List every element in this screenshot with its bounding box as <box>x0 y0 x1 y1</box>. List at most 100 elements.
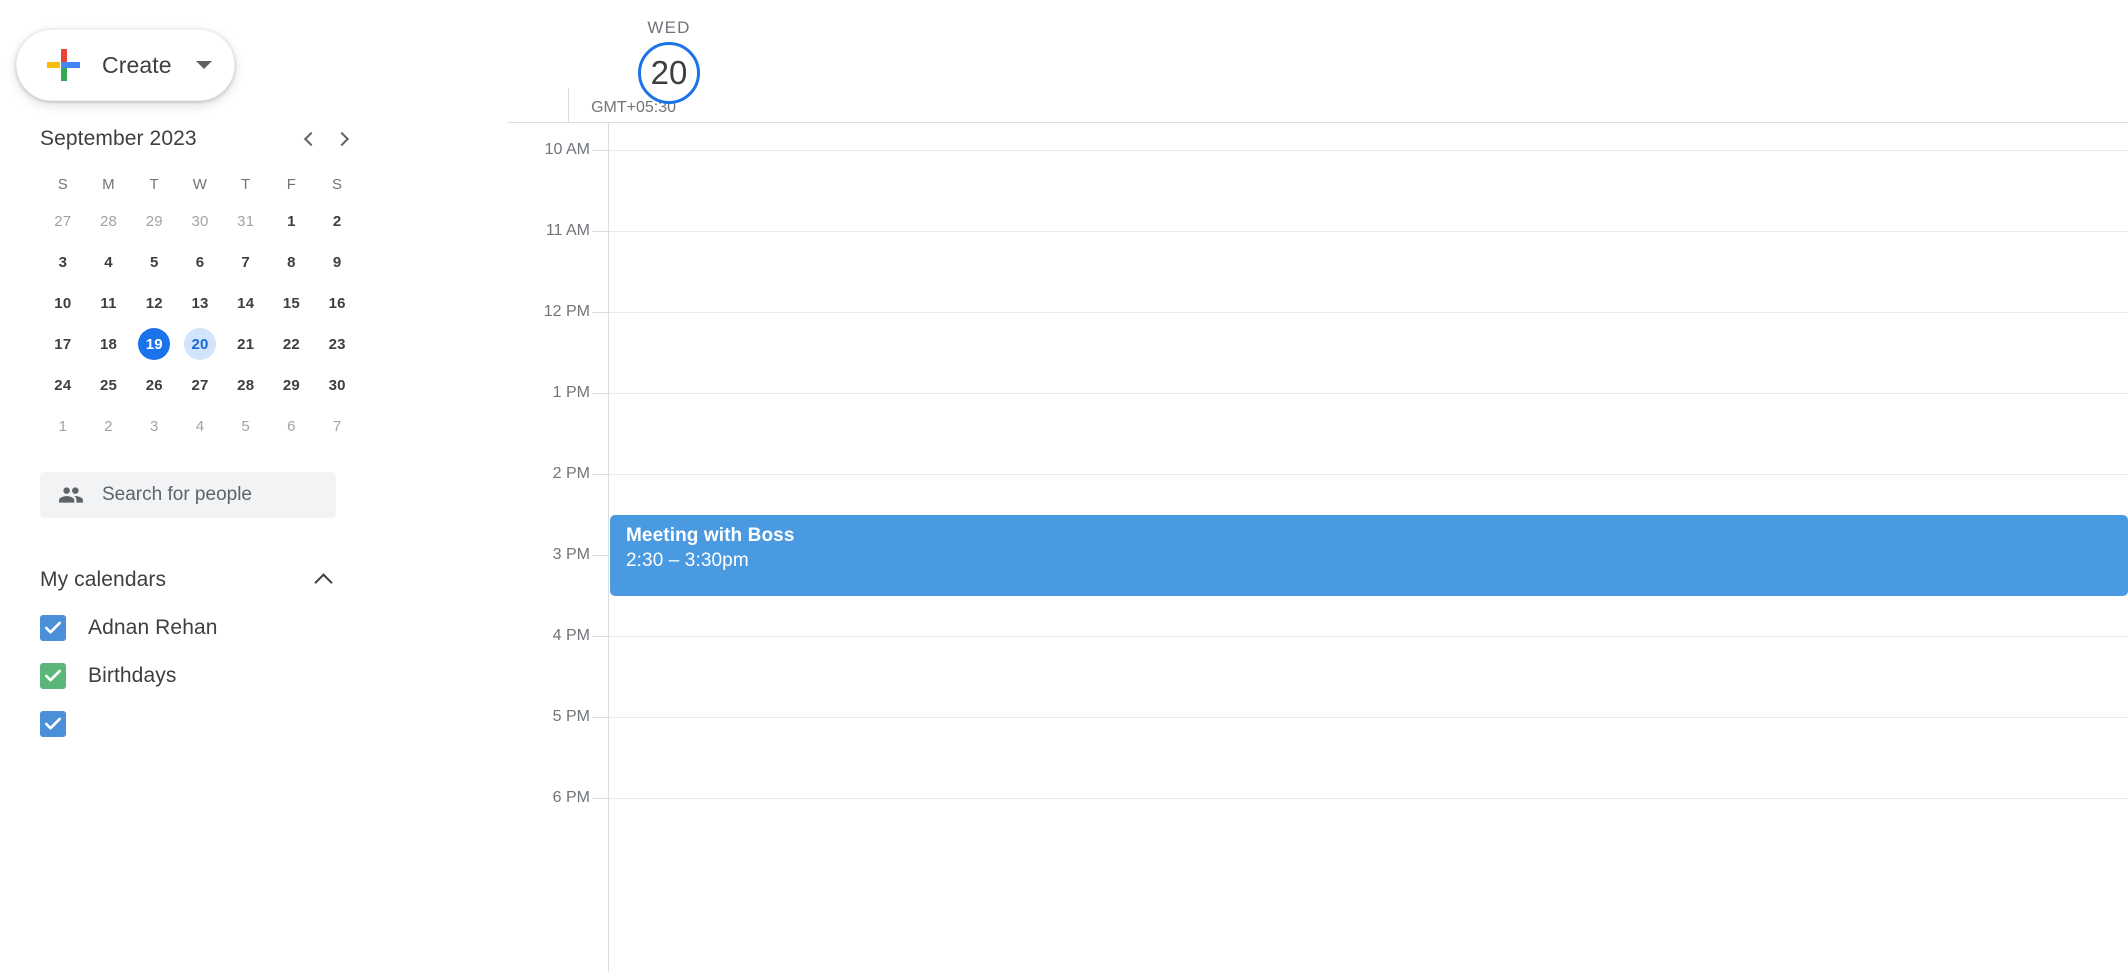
mini-calendar-day[interactable]: 7 <box>314 410 360 442</box>
mini-calendar-day-number: 25 <box>100 376 118 394</box>
mini-calendar-day[interactable]: 5 <box>131 246 177 278</box>
calendar-checkbox[interactable] <box>40 615 66 641</box>
calendar-checkbox[interactable] <box>40 711 66 737</box>
mini-calendar-day[interactable]: 20 <box>177 328 223 360</box>
mini-calendar-day[interactable]: 8 <box>269 246 315 278</box>
mini-calendar-dow-1: M <box>102 175 115 193</box>
time-label: 1 PM <box>552 384 590 401</box>
mini-calendar-day-number: 3 <box>150 417 159 435</box>
mini-calendar-day[interactable]: 25 <box>86 369 132 401</box>
mini-calendar-header: September 2023 <box>40 120 360 158</box>
mini-calendar-day-number: 10 <box>54 294 72 312</box>
mini-calendar-day[interactable]: 4 <box>177 410 223 442</box>
sidebar: Create September 2023 S M T W T F S 27 28 29 30 31 1… <box>0 0 508 972</box>
mini-calendar-day[interactable]: 30 <box>177 205 223 237</box>
mini-calendar-day-number: 19 <box>138 328 171 360</box>
mini-calendar-day[interactable]: 21 <box>223 328 269 360</box>
hour-tick <box>592 312 608 313</box>
mini-calendar-day[interactable]: 2 <box>86 410 132 442</box>
hour-tick <box>592 474 608 475</box>
mini-calendar-day[interactable]: 6 <box>177 246 223 278</box>
next-month-button[interactable] <box>326 122 360 156</box>
mini-calendar-day[interactable]: 1 <box>269 205 315 237</box>
calendar-list-item[interactable]: Adnan Rehan <box>40 604 336 652</box>
time-grid: 10 AM 11 AM 12 PM 1 PM 2 PM 3 PM 4 PM 5 PM 6 PM … <box>508 122 2128 972</box>
mini-calendar-day-number: 23 <box>328 335 346 353</box>
mini-calendar-day[interactable]: 26 <box>131 369 177 401</box>
mini-calendar-day-number: 1 <box>58 417 68 435</box>
mini-calendar-day[interactable]: 27 <box>177 369 223 401</box>
mini-calendar-day-number: 7 <box>332 417 342 435</box>
mini-calendar-day[interactable]: 10 <box>40 287 86 319</box>
mini-calendar-day[interactable]: 3 <box>40 246 86 278</box>
mini-calendar-day-number: 21 <box>237 335 255 353</box>
mini-calendar-day[interactable]: 13 <box>177 287 223 319</box>
mini-calendar-day[interactable]: 22 <box>269 328 315 360</box>
mini-calendar-day[interactable]: 14 <box>223 287 269 319</box>
event-time: 2:30 – 3:30pm <box>626 549 749 571</box>
mini-calendar-day-number: 15 <box>282 294 300 312</box>
mini-calendar-day-number: 14 <box>237 294 255 312</box>
mini-calendar-day-number: 8 <box>287 253 296 271</box>
mini-calendar-day[interactable]: 28 <box>86 205 132 237</box>
mini-calendar-day[interactable]: 17 <box>40 328 86 360</box>
hour-tick <box>592 231 608 232</box>
mini-calendar-day[interactable]: 7 <box>223 246 269 278</box>
time-label: 3 PM <box>552 546 590 563</box>
mini-calendar-day[interactable]: 6 <box>269 410 315 442</box>
hour-gridline <box>608 231 2128 232</box>
mini-calendar-day[interactable]: 23 <box>314 328 360 360</box>
hour-gridline <box>608 798 2128 799</box>
time-label: 6 PM <box>552 789 590 806</box>
mini-calendar-day[interactable]: 5 <box>223 410 269 442</box>
mini-calendar-day[interactable]: 30 <box>314 369 360 401</box>
mini-calendar-day[interactable]: 3 <box>131 410 177 442</box>
mini-calendar-day[interactable]: 1 <box>40 410 86 442</box>
time-label: 10 AM <box>544 141 590 158</box>
chevron-down-icon <box>195 61 212 69</box>
mini-calendar-day-number: 5 <box>150 253 159 271</box>
mini-calendar-day-number: 17 <box>54 335 72 353</box>
hour-gridline <box>608 636 2128 637</box>
mini-calendar-day-number: 7 <box>241 253 250 271</box>
mini-calendar-day-number: 4 <box>104 253 113 271</box>
mini-calendar-day[interactable]: 15 <box>269 287 315 319</box>
mini-calendar-day[interactable]: 2 <box>314 205 360 237</box>
prev-month-button[interactable] <box>292 122 326 156</box>
mini-calendar-day[interactable]: 11 <box>86 287 132 319</box>
mini-calendar-day[interactable]: 27 <box>40 205 86 237</box>
mini-calendar-day[interactable]: 31 <box>223 205 269 237</box>
mini-calendar-day[interactable]: 29 <box>269 369 315 401</box>
mini-calendar-day[interactable]: 4 <box>86 246 132 278</box>
mini-calendar-day-number: 12 <box>145 294 163 312</box>
calendar-list-item[interactable] <box>40 700 336 748</box>
calendar-list-item[interactable]: Birthdays <box>40 652 336 700</box>
mini-calendar-title: September 2023 <box>40 127 197 150</box>
mini-calendar-day[interactable]: 12 <box>131 287 177 319</box>
day-view: GMT+05:30 WED 20 10 AM 11 AM 12 PM 1 PM 2 PM… <box>508 0 2128 972</box>
mini-calendar-day[interactable]: 29 <box>131 205 177 237</box>
mini-calendar-day[interactable]: 16 <box>314 287 360 319</box>
mini-calendar-dow-4: T <box>240 175 251 193</box>
calendar-name: Birthdays <box>88 664 177 687</box>
search-people-input[interactable]: Search for people <box>40 472 336 518</box>
hour-gridline <box>608 717 2128 718</box>
mini-calendar-day[interactable]: 18 <box>86 328 132 360</box>
my-calendars-list: Adnan Rehan Birthdays <box>40 604 336 748</box>
mini-calendar-day[interactable]: 19 <box>131 328 177 360</box>
mini-calendar-day[interactable]: 28 <box>223 369 269 401</box>
my-calendars-header[interactable]: My calendars <box>40 556 336 604</box>
mini-calendar-day-number: 6 <box>195 253 205 271</box>
day-view-header: GMT+05:30 WED 20 <box>508 0 2128 122</box>
mini-calendar-day[interactable]: 9 <box>314 246 360 278</box>
calendar-name: Adnan Rehan <box>88 616 218 639</box>
date-number-button[interactable]: 20 <box>638 42 700 104</box>
calendar-checkbox[interactable] <box>40 663 66 689</box>
mini-calendar-day-number: 1 <box>287 212 296 230</box>
hour-tick <box>592 555 608 556</box>
mini-calendar-day-number: 30 <box>328 376 346 394</box>
mini-calendar-day[interactable]: 24 <box>40 369 86 401</box>
calendar-event[interactable]: Meeting with Boss 2:30 – 3:30pm <box>610 514 2128 596</box>
create-button[interactable]: Create <box>16 29 235 101</box>
mini-calendar-day-number: 16 <box>328 294 346 312</box>
